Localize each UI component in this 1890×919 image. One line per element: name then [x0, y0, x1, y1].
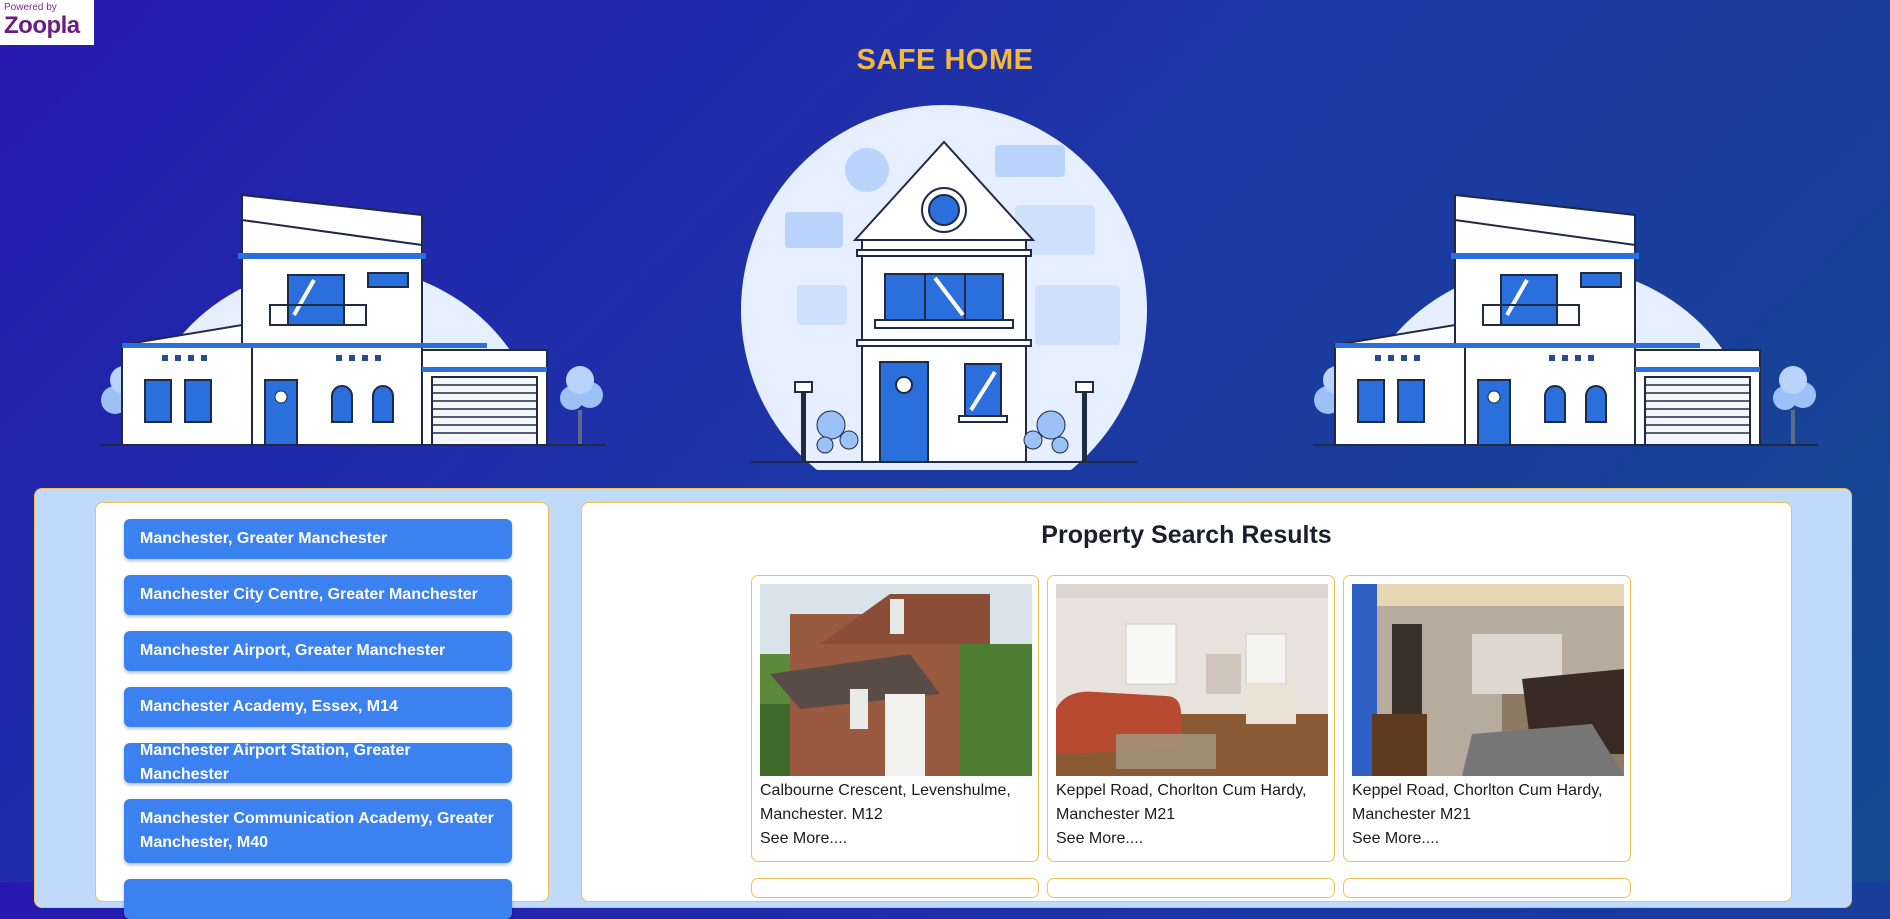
- property-photo: [760, 584, 1032, 776]
- location-option[interactable]: Manchester Academy, Essex, M14: [124, 687, 512, 727]
- zoopla-logo[interactable]: Powered by Zoopla: [0, 0, 94, 45]
- location-option-partial[interactable]: [124, 879, 512, 919]
- property-card[interactable]: Calbourne Crescent, Levenshulme, Manches…: [751, 575, 1039, 862]
- property-address: Keppel Road, Chorlton Cum Hardy, Manches…: [1056, 782, 1307, 823]
- location-option[interactable]: Manchester Airport, Greater Manchester: [124, 631, 512, 671]
- page-title: SAFE HOME: [856, 44, 1034, 76]
- property-card-partial[interactable]: [751, 878, 1039, 898]
- house-illustration-left: [100, 193, 605, 446]
- see-more-link[interactable]: See More....: [1352, 827, 1439, 851]
- see-more-link[interactable]: See More....: [760, 827, 847, 851]
- property-address: Calbourne Crescent, Levenshulme, Manches…: [760, 782, 1011, 823]
- location-option[interactable]: Manchester, Greater Manchester: [124, 519, 512, 559]
- property-card-partial[interactable]: [1343, 878, 1631, 898]
- location-option[interactable]: Manchester Communication Academy, Greate…: [124, 799, 512, 863]
- property-card-partial[interactable]: [1047, 878, 1335, 898]
- property-photo: [1056, 584, 1328, 776]
- see-more-link[interactable]: See More....: [1056, 827, 1143, 851]
- house-illustration-center: [741, 105, 1147, 470]
- location-option[interactable]: Manchester Airport Station, Greater Manc…: [124, 742, 512, 783]
- house-illustration-right: [1313, 193, 1818, 446]
- property-address: Keppel Road, Chorlton Cum Hardy, Manches…: [1352, 782, 1603, 823]
- search-results-panel: Property Search Results Calbourne Cresce…: [581, 502, 1792, 902]
- property-photo: [1352, 584, 1624, 776]
- property-card[interactable]: Keppel Road, Chorlton Cum Hardy, Manches…: [1343, 575, 1631, 862]
- property-card[interactable]: Keppel Road, Chorlton Cum Hardy, Manches…: [1047, 575, 1335, 862]
- location-suggestions-list: Manchester, Greater Manchester Mancheste…: [95, 502, 549, 919]
- results-title: Property Search Results: [1041, 521, 1332, 549]
- location-option[interactable]: Manchester City Centre, Greater Manchest…: [124, 575, 512, 615]
- zoopla-wordmark: Zoopla: [4, 12, 80, 39]
